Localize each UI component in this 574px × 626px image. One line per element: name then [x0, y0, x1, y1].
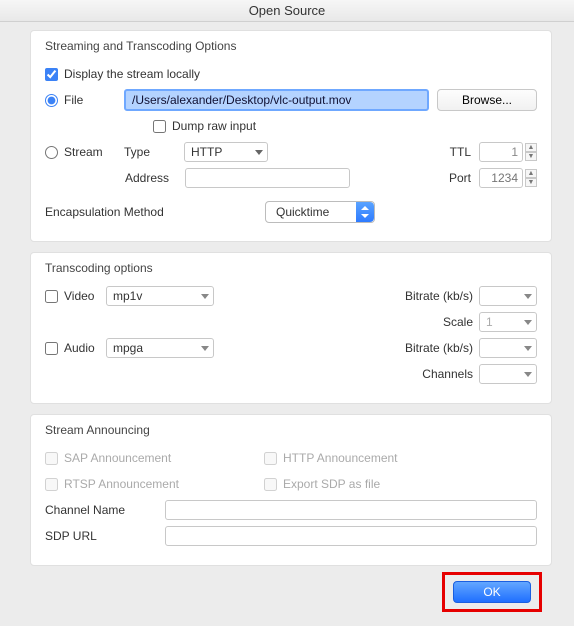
window-title: Open Source [249, 3, 326, 18]
chevron-updown-icon [356, 202, 374, 222]
channels-select[interactable] [479, 364, 537, 384]
address-row: Address Port ▲▼ [45, 167, 537, 189]
display-locally-row: Display the stream locally [45, 63, 537, 85]
scale-value: 1 [486, 315, 493, 329]
video-codec-select[interactable]: mp1v [106, 286, 214, 306]
channels-label: Channels [422, 367, 473, 381]
browse-button[interactable]: Browse... [437, 89, 537, 111]
announcing-group-title: Stream Announcing [45, 423, 537, 437]
dump-raw-label: Dump raw input [172, 119, 256, 133]
video-label: Video [64, 289, 106, 303]
audio-codec-value: mpga [113, 341, 143, 355]
audio-row: Audio mpga Bitrate (kb/s) [45, 337, 537, 359]
type-label: Type [124, 145, 184, 159]
transcoding-panel: Transcoding options Video mp1v Bitrate (… [30, 252, 552, 404]
encaps-row: Encapsulation Method Quicktime [45, 201, 537, 223]
video-row: Video mp1v Bitrate (kb/s) [45, 285, 537, 307]
footer: OK [0, 576, 574, 626]
channel-name-label: Channel Name [45, 503, 165, 517]
video-checkbox[interactable] [45, 290, 58, 303]
streaming-panel: Streaming and Transcoding Options Displa… [30, 30, 552, 242]
ttl-label: TTL [450, 145, 471, 159]
sap-checkbox [45, 452, 58, 465]
port-stepper[interactable]: ▲▼ [525, 169, 537, 187]
video-codec-value: mp1v [113, 289, 142, 303]
transcoding-group-title: Transcoding options [45, 261, 537, 275]
sdp-url-input[interactable] [165, 526, 537, 546]
display-locally-label: Display the stream locally [64, 67, 200, 81]
port-label: Port [449, 171, 471, 185]
channel-name-row: Channel Name [45, 499, 537, 521]
sap-label: SAP Announcement [64, 451, 264, 465]
sdp-url-label: SDP URL [45, 529, 165, 543]
file-radio[interactable] [45, 94, 58, 107]
export-label: Export SDP as file [283, 477, 380, 491]
address-label: Address [125, 171, 185, 185]
rtsp-checkbox [45, 478, 58, 491]
audio-bitrate-label: Bitrate (kb/s) [405, 341, 473, 355]
ttl-stepper[interactable]: ▲▼ [525, 143, 537, 161]
announcing-panel: Stream Announcing SAP Announcement HTTP … [30, 414, 552, 566]
dump-raw-row: Dump raw input [153, 115, 537, 137]
encaps-select[interactable]: Quicktime [265, 201, 375, 223]
stream-radio[interactable] [45, 146, 58, 159]
file-path-input[interactable] [124, 89, 429, 111]
address-input[interactable] [185, 168, 350, 188]
channel-name-input[interactable] [165, 500, 537, 520]
video-bitrate-label: Bitrate (kb/s) [405, 289, 473, 303]
stream-label: Stream [64, 145, 124, 159]
audio-label: Audio [64, 341, 106, 355]
channels-row: Channels [45, 363, 537, 385]
audio-bitrate-select[interactable] [479, 338, 537, 358]
sdp-url-row: SDP URL [45, 525, 537, 547]
ok-highlight: OK [442, 572, 542, 612]
ttl-input[interactable] [479, 142, 523, 162]
export-checkbox [264, 478, 277, 491]
scale-label: Scale [443, 315, 473, 329]
stream-row: Stream Type HTTP TTL ▲▼ [45, 141, 537, 163]
type-select[interactable]: HTTP [184, 142, 268, 162]
port-input[interactable] [479, 168, 523, 188]
announce-row1: SAP Announcement HTTP Announcement [45, 447, 537, 469]
scale-select[interactable]: 1 [479, 312, 537, 332]
streaming-group-title: Streaming and Transcoding Options [45, 39, 537, 53]
display-locally-checkbox[interactable] [45, 68, 58, 81]
video-bitrate-select[interactable] [479, 286, 537, 306]
file-label: File [64, 93, 124, 107]
audio-checkbox[interactable] [45, 342, 58, 355]
rtsp-label: RTSP Announcement [64, 477, 264, 491]
http-label: HTTP Announcement [283, 451, 398, 465]
scale-row: Scale 1 [45, 311, 537, 333]
audio-codec-select[interactable]: mpga [106, 338, 214, 358]
window-titlebar: Open Source [0, 0, 574, 22]
file-row: File Browse... [45, 89, 537, 111]
encaps-value: Quicktime [276, 205, 329, 219]
encaps-label: Encapsulation Method [45, 205, 265, 219]
ok-button[interactable]: OK [453, 581, 531, 603]
http-checkbox [264, 452, 277, 465]
type-value: HTTP [191, 145, 222, 159]
announce-row2: RTSP Announcement Export SDP as file [45, 473, 537, 495]
dump-raw-checkbox[interactable] [153, 120, 166, 133]
